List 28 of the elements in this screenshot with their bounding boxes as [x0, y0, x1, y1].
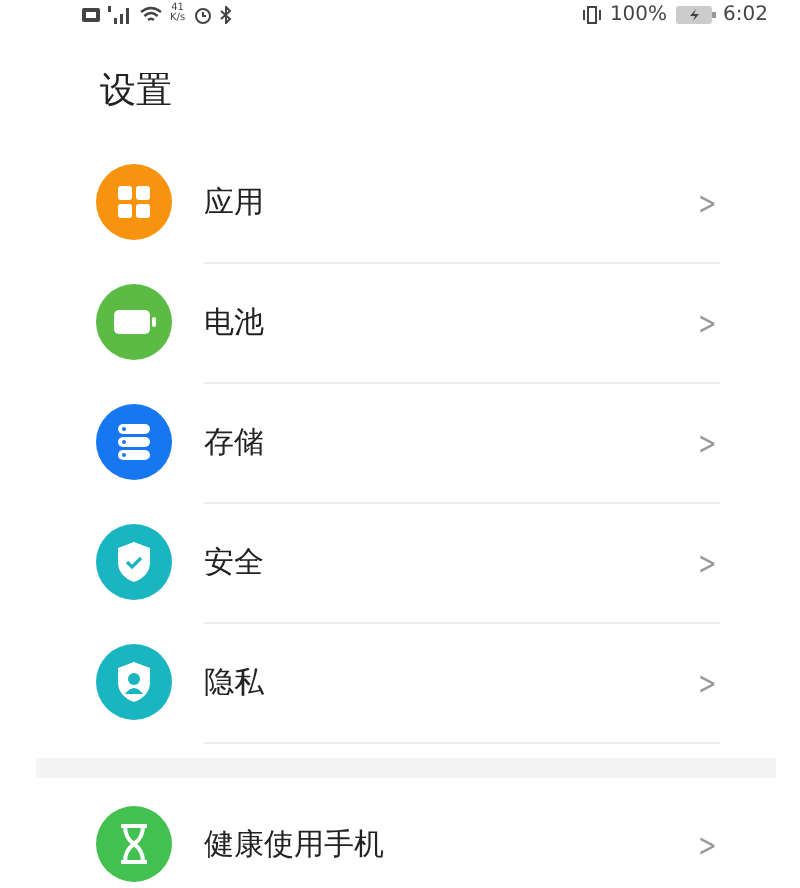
chevron-icon: > — [697, 825, 716, 863]
settings-item[interactable]: 安全 > — [0, 502, 800, 622]
battery-percent: 100% — [609, 3, 668, 25]
item-label: 电池 — [204, 303, 264, 341]
chevron-icon: > — [697, 183, 716, 221]
battery-icon — [675, 5, 716, 23]
alarm-icon — [193, 5, 212, 23]
settings-item[interactable]: 存储 > — [0, 382, 800, 502]
clock: 6:02 — [723, 3, 768, 25]
vibrate-icon — [581, 5, 602, 23]
page-title: 设置 — [98, 68, 174, 116]
item-label: 应用 — [204, 183, 264, 221]
settings-item[interactable]: 电池 > — [0, 262, 800, 382]
sim-icon — [82, 7, 100, 21]
item-label: 健康使用手机 — [204, 825, 384, 863]
settings-item[interactable]: 隐私 > — [0, 622, 800, 742]
bluetooth-icon — [219, 5, 232, 23]
wifi-icon — [140, 5, 162, 23]
chevron-icon: > — [697, 303, 716, 341]
signal-icon — [108, 5, 132, 23]
item-label: 存储 — [204, 423, 264, 461]
item-label: 安全 — [204, 543, 264, 581]
settings-item[interactable]: 健康使用手机 > — [0, 784, 800, 888]
settings-item[interactable]: 应用 > — [0, 142, 800, 262]
chevron-icon: > — [697, 543, 716, 581]
chevron-icon: > — [697, 423, 716, 461]
item-label: 隐私 — [204, 663, 264, 701]
chevron-icon: > — [697, 663, 716, 701]
